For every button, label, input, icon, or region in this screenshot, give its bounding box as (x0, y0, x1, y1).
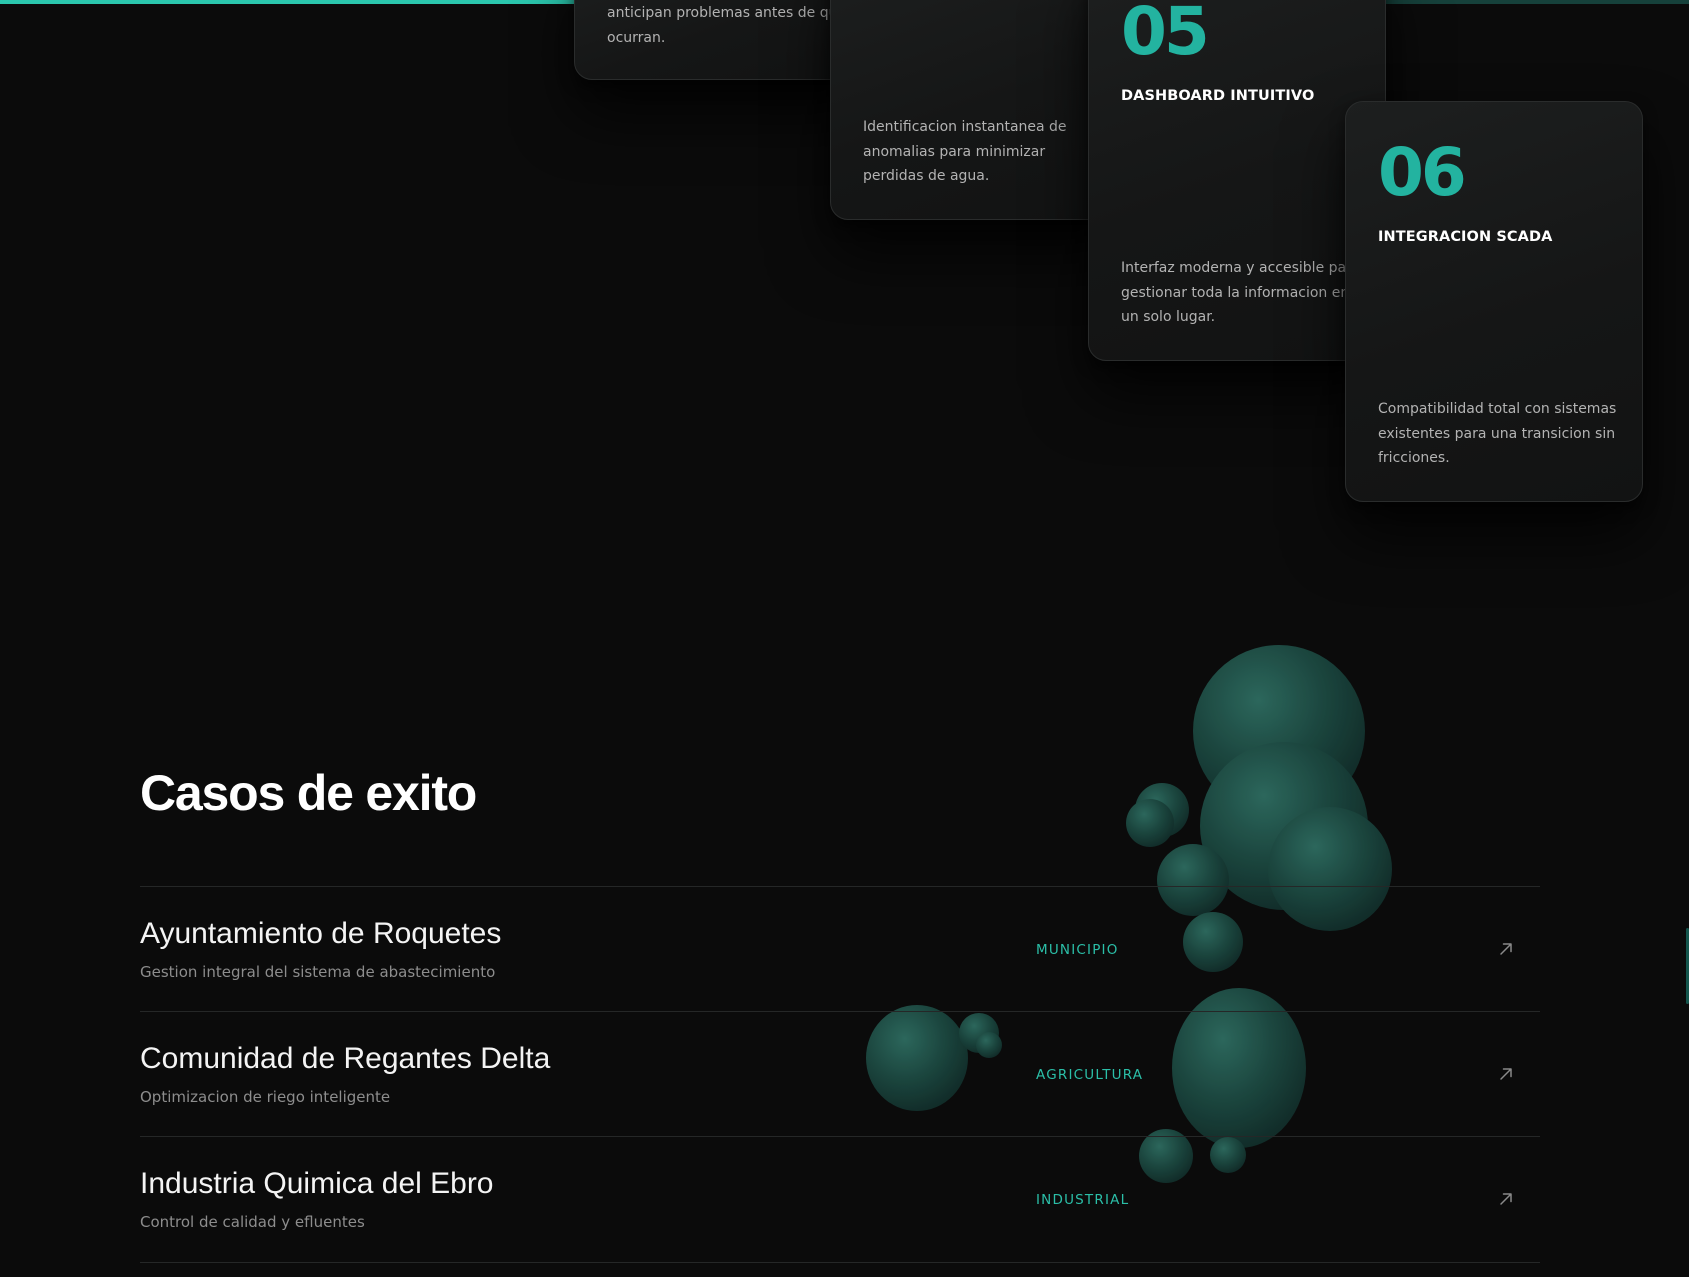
card-05-description: Interfaz moderna y accesible para gestio… (1121, 260, 1361, 325)
feature-card-05: 05 DASHBOARD INTUITIVO Interfaz moderna … (1088, 0, 1386, 361)
card-04-description: anticipan problemas antes de que ocurran… (607, 5, 847, 46)
cases-list: Ayuntamiento de Roquetes Gestion integra… (140, 886, 1540, 1263)
bubble (1126, 799, 1174, 847)
case-description: Optimizacion de riego inteligente (140, 1088, 391, 1106)
case-row[interactable]: Industria Quimica del Ebro Control de ca… (140, 1136, 1540, 1263)
case-tag: AGRICULTURA (1036, 1067, 1144, 1083)
bubble (1193, 645, 1365, 817)
card-05-number: 05 (1121, 0, 1210, 70)
scrollbar[interactable] (1683, 0, 1689, 1277)
arrow-up-right-icon[interactable] (1496, 1189, 1516, 1209)
case-name: Comunidad de Regantes Delta (140, 1042, 551, 1075)
bubble (1135, 783, 1189, 837)
arrow-up-right-icon[interactable] (1496, 1064, 1516, 1084)
card-06-description: Compatibilidad total con sistemas existe… (1378, 401, 1617, 466)
feature-card-anomalies: Identificacion instantanea de anomalias … (830, 0, 1128, 220)
case-tag: MUNICIPIO (1036, 942, 1119, 958)
card-anomalies-description: Identificacion instantanea de anomalias … (863, 119, 1067, 184)
card-06-number: 06 (1378, 134, 1467, 211)
feature-card-06: 06 INTEGRACION SCADA Compatibilidad tota… (1345, 101, 1643, 502)
case-row[interactable]: Ayuntamiento de Roquetes Gestion integra… (140, 886, 1540, 1011)
case-name: Ayuntamiento de Roquetes (140, 917, 502, 950)
case-description: Gestion integral del sistema de abasteci… (140, 963, 496, 981)
case-description: Control de calidad y efluentes (140, 1213, 365, 1231)
card-06-title: INTEGRACION SCADA (1378, 229, 1553, 245)
case-row[interactable]: Comunidad de Regantes Delta Optimizacion… (140, 1011, 1540, 1136)
section-title: Casos de exito (140, 765, 477, 821)
case-name: Industria Quimica del Ebro (140, 1167, 494, 1200)
arrow-up-right-icon[interactable] (1496, 939, 1516, 959)
bubble (1200, 742, 1368, 910)
case-tag: INDUSTRIAL (1036, 1192, 1130, 1208)
feature-card-04: anticipan problemas antes de que ocurran… (574, 0, 872, 80)
card-05-title: DASHBOARD INTUITIVO (1121, 88, 1315, 104)
